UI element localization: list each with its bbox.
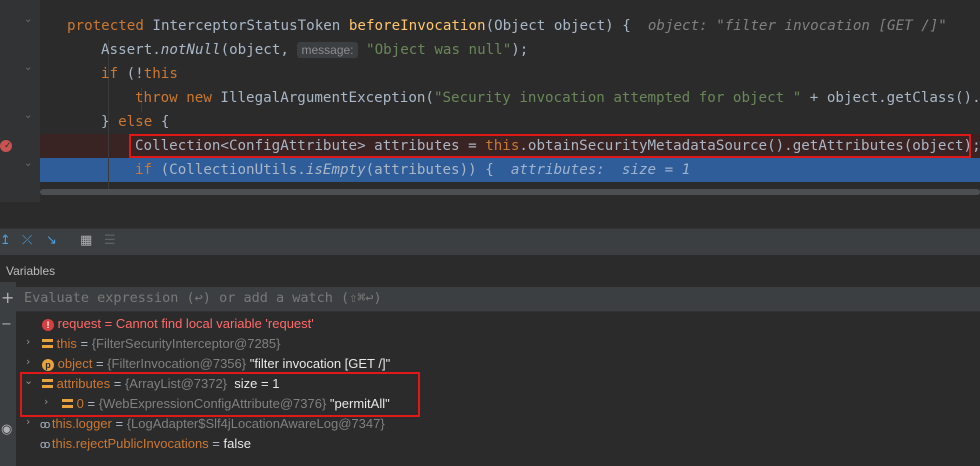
code-token: (object, [220, 42, 298, 58]
code-token-keyword: if [101, 66, 127, 82]
variable-value: false [223, 436, 251, 451]
code-token: Assert. [101, 42, 161, 58]
code-line-method-signature[interactable]: protected InterceptorStatusToken beforeI… [67, 14, 947, 38]
highlight-box-variables [20, 372, 420, 417]
code-token-string: "Security invocation attempted for objec… [433, 90, 802, 106]
code-token: + object.getClass().get [809, 90, 980, 106]
expand-chevron-icon[interactable]: › [26, 415, 30, 428]
variable-type-address: {LogAdapter$Slf4jLocationAwareLog@7347} [126, 416, 385, 431]
code-token-keyword: if [135, 162, 161, 178]
variable-name: request [57, 316, 101, 331]
variable-row-request[interactable]: ! request = Cannot find local variable '… [42, 314, 314, 334]
expand-chevron-icon[interactable]: › [26, 355, 30, 368]
code-token-keyword: this [143, 66, 178, 82]
code-editor[interactable]: ⌄ ⌄ ⌄ ⌄ ✓ protected InterceptorStatusTok… [0, 0, 980, 202]
code-token: } [101, 114, 119, 130]
code-token-static-method: isEmpty [305, 162, 366, 178]
code-line-else[interactable]: } else { [101, 110, 169, 134]
error-icon: ! [42, 319, 54, 331]
trace-stream-icon[interactable]: ☰ [104, 233, 116, 249]
variable-separator: = [208, 436, 224, 451]
variable-type-address: {FilterInvocation@7356} [107, 356, 247, 371]
run-to-cursor-icon[interactable]: ↘ [46, 233, 57, 249]
code-line-throw[interactable]: throw new IllegalArgumentException("Secu… [135, 86, 980, 110]
parameter-icon: p [42, 359, 54, 371]
code-token-keyword: else [118, 114, 161, 130]
code-token: { [160, 114, 170, 130]
debugger-toolbar: ↥ ⤫ ↘ ▦ ☰ [0, 228, 980, 255]
inline-debug-value: object: "filter invocation [GET /]" [647, 18, 947, 34]
horizontal-scrollbar[interactable] [40, 188, 980, 196]
variable-name: this.rejectPublicInvocations [51, 436, 209, 451]
add-watch-icon[interactable]: + [1, 288, 14, 307]
code-token: ); [511, 42, 529, 58]
variable-name: object [57, 356, 93, 371]
variable-value: "filter invocation [GET /]" [246, 356, 391, 371]
code-line-assert[interactable]: Assert.notNull(object, message: "Object … [101, 38, 528, 62]
watch-glasses-icon: oo [40, 419, 50, 431]
code-line-if-secure-class[interactable]: if (!this [101, 62, 178, 86]
editor-gutter[interactable]: ⌄ ⌄ ⌄ ⌄ ✓ [0, 0, 40, 202]
variable-name: this.logger [51, 416, 112, 431]
variable-row-object[interactable]: p object = {FilterInvocation@7356} "filt… [42, 354, 390, 374]
step-out-icon[interactable]: ↥ [0, 233, 11, 249]
code-token: (attributes)) { [365, 162, 511, 178]
code-token-string: "Object was null" [357, 42, 512, 58]
show-watches-icon[interactable]: ◉ [1, 422, 12, 437]
fold-marker-icon[interactable]: ⌄ [24, 62, 32, 73]
code-token-static-method: notNull [160, 42, 221, 58]
variable-separator: = [111, 416, 127, 431]
fold-marker-icon[interactable]: ⌄ [24, 110, 32, 121]
code-line-if-empty[interactable]: if (CollectionUtils.isEmpty(attributes))… [135, 158, 690, 182]
code-token-type: InterceptorStatusToken [152, 18, 349, 34]
variable-name: this [56, 336, 77, 351]
variable-type-address: {FilterSecurityInterceptor@7285} [91, 336, 281, 351]
code-token: IllegalArgumentException( [220, 90, 434, 106]
variable-row-this[interactable]: this = {FilterSecurityInterceptor@7285} [42, 334, 280, 354]
code-token-keyword: protected [67, 18, 153, 34]
watch-expression-input[interactable]: Evaluate expression (↩) or add a watch (… [16, 287, 980, 312]
variable-error-message: Cannot find local variable 'request' [115, 316, 314, 331]
variables-panel-title: Variables [6, 264, 56, 278]
code-token-params: (Object object) { [485, 18, 648, 34]
watch-input-placeholder: Evaluate expression (↩) or add a watch (… [24, 290, 382, 306]
variable-row-this-logger[interactable]: oo this.logger = {LogAdapter$Slf4jLocati… [40, 414, 385, 434]
fold-marker-icon[interactable]: ⌄ [24, 14, 32, 25]
expand-chevron-icon[interactable]: › [26, 335, 30, 348]
parameter-name-hint: message: [297, 42, 358, 58]
inline-debug-value: attributes: size = 1 [510, 162, 691, 178]
code-token: (CollectionUtils. [160, 162, 306, 178]
breakpoint-check-icon: ✓ [4, 141, 12, 151]
variable-separator: = [101, 316, 116, 331]
code-token-keyword: new [186, 90, 221, 106]
scrollbar-thumb[interactable] [40, 189, 980, 195]
field-icon [42, 339, 53, 348]
code-token: (! [126, 66, 144, 82]
code-token-keyword: throw [135, 90, 187, 106]
remove-watch-icon[interactable]: − [1, 317, 12, 332]
variable-row-reject-public-invocations[interactable]: oo this.rejectPublicInvocations = false [40, 434, 251, 454]
highlight-box-code [129, 134, 971, 158]
evaluate-expression-icon[interactable]: ▦ [80, 233, 92, 249]
code-token-method-name: beforeInvocation [348, 18, 486, 34]
variable-separator: = [92, 356, 108, 371]
watch-glasses-icon: oo [40, 439, 50, 451]
fold-marker-icon[interactable]: ⌄ [24, 158, 32, 169]
drop-frame-icon[interactable]: ⤫ [22, 233, 32, 249]
variable-separator: = [76, 336, 92, 351]
variables-side-toolbar: + − ◉ [0, 282, 16, 466]
